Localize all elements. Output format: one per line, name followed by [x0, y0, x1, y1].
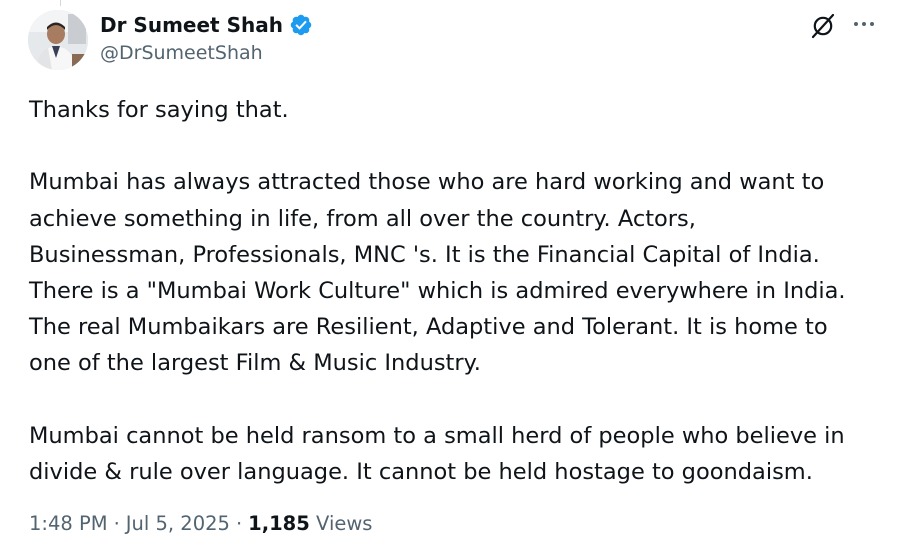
- verified-badge-icon: [290, 14, 312, 36]
- tweet-line: Mumbai cannot be held ransom to a small …: [29, 422, 845, 449]
- views-link[interactable]: 1,185 Views: [248, 512, 372, 535]
- thread-line: [60, 0, 61, 6]
- author-name-row: Dr Sumeet Shah: [100, 11, 313, 39]
- tweet: Dr Sumeet Shah @DrSumeetShah Thanks for …: [0, 0, 907, 549]
- tweet-line: Thanks for saying that.: [29, 97, 289, 123]
- author-handle[interactable]: @DrSumeetShah: [100, 42, 263, 64]
- views-label: Views: [316, 512, 373, 535]
- tweet-paragraph: Mumbai cannot be held ransom to a small …: [29, 418, 889, 490]
- tweet-line: There is a "Mumbai Work Culture" which i…: [29, 278, 846, 304]
- tweet-line: achieve something in life, from all over…: [29, 205, 696, 232]
- tweet-paragraph: Thanks for saying that.: [29, 92, 889, 128]
- tweet-timestamp[interactable]: 1:48 PM · Jul 5, 2025: [29, 512, 230, 535]
- tweet-date: Jul 5, 2025: [125, 512, 230, 535]
- author-display-name[interactable]: Dr Sumeet Shah: [100, 13, 283, 37]
- avatar[interactable]: [28, 10, 88, 70]
- tweet-line: Mumbai has always attracted those who ar…: [29, 169, 825, 196]
- tweet-line: Businessman, Professionals, MNC 's. It i…: [29, 241, 820, 268]
- tweet-time: 1:48 PM: [29, 512, 108, 535]
- tweet-text: Thanks for saying that. Mumbai has alway…: [29, 92, 889, 490]
- more-horizontal-icon[interactable]: [851, 12, 879, 40]
- tweet-line: divide & rule over language. It cannot b…: [29, 459, 813, 485]
- tweet-line: one of the largest Film & Music Industry…: [29, 350, 481, 377]
- avatar-image: [28, 10, 88, 70]
- views-count: 1,185: [248, 512, 310, 535]
- meta-separator: ·: [235, 512, 243, 535]
- tweet-paragraph: Mumbai has always attracted those who ar…: [29, 164, 889, 381]
- meta-separator: ·: [113, 512, 120, 535]
- grok-icon[interactable]: [809, 12, 837, 40]
- tweet-metadata: 1:48 PM · Jul 5, 2025 · 1,185 Views: [29, 512, 372, 535]
- tweet-line: The real Mumbaikars are Resilient, Adapt…: [29, 314, 828, 341]
